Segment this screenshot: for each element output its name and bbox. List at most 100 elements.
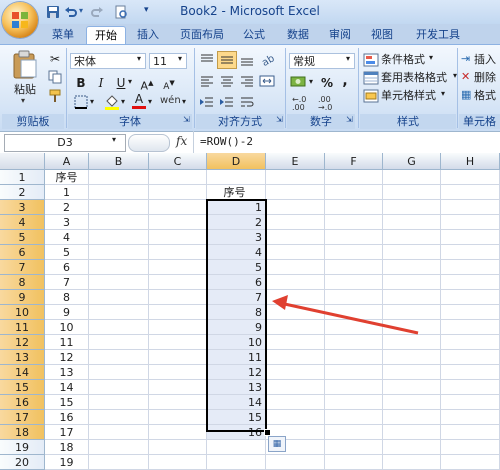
font-name-dropdown-icon[interactable]: ▾ [137,54,141,63]
cell[interactable] [383,260,441,275]
cell[interactable] [325,215,383,230]
row-header[interactable]: 14 [0,365,45,380]
underline-dropdown-icon[interactable]: ▾ [128,77,132,86]
row-header[interactable]: 15 [0,380,45,395]
cell[interactable] [383,455,441,470]
cell[interactable] [207,455,266,470]
row-header[interactable]: 5 [0,230,45,245]
cell[interactable] [149,290,207,305]
cell[interactable] [441,230,500,245]
cell[interactable]: 序号 [207,185,266,200]
font-color-icon[interactable]: A [132,92,146,110]
italic-button[interactable]: I [92,74,110,92]
row-header[interactable]: 16 [0,395,45,410]
row-header[interactable]: 9 [0,290,45,305]
cell[interactable] [383,440,441,455]
cell[interactable] [266,380,325,395]
cell[interactable] [89,200,149,215]
shrink-font-button[interactable]: A▼ [160,74,178,92]
cell[interactable]: 2 [207,215,266,230]
cell[interactable]: 4 [45,230,89,245]
cell[interactable] [149,335,207,350]
format-as-table-button[interactable]: 套用表格格式 ▾ [363,69,461,87]
increase-decimal-icon[interactable]: ←.0.00 [292,96,306,112]
cell[interactable] [89,215,149,230]
cell[interactable] [149,230,207,245]
cell[interactable] [89,410,149,425]
cell[interactable] [325,275,383,290]
decrease-indent-icon[interactable] [199,95,215,109]
cell[interactable] [325,410,383,425]
row-header[interactable]: 6 [0,245,45,260]
cell[interactable] [266,230,325,245]
cell[interactable]: 5 [45,245,89,260]
cell[interactable] [266,260,325,275]
cell[interactable] [383,185,441,200]
cell[interactable]: 5 [207,260,266,275]
cell[interactable] [383,410,441,425]
cell[interactable] [325,200,383,215]
cell[interactable]: 6 [207,275,266,290]
cell[interactable]: 10 [45,320,89,335]
align-left-icon[interactable] [199,74,215,88]
row-header[interactable]: 3 [0,200,45,215]
cell[interactable] [325,350,383,365]
tab-developer[interactable]: 开发工具 [410,26,466,44]
decrease-decimal-icon[interactable]: .00 →.0 [318,96,332,112]
font-color-dropdown-icon[interactable]: ▾ [148,97,152,106]
paste-button[interactable]: 粘贴 ▾ [6,48,44,110]
cell[interactable]: 2 [45,200,89,215]
cell[interactable]: 序号 [45,170,89,185]
cell[interactable]: 1 [45,185,89,200]
cell[interactable] [149,380,207,395]
cell[interactable] [441,200,500,215]
cell[interactable]: 12 [207,365,266,380]
column-header-d[interactable]: D [207,153,266,170]
font-name-select[interactable]: 宋体 [70,53,146,69]
tab-home[interactable]: 开始 [86,26,126,45]
fill-handle[interactable] [264,429,271,436]
row-header[interactable]: 7 [0,260,45,275]
percent-button[interactable]: % [318,74,336,92]
cell[interactable] [149,350,207,365]
cell[interactable] [266,215,325,230]
cell[interactable] [89,260,149,275]
cell[interactable] [441,365,500,380]
row-header[interactable]: 1 [0,170,45,185]
cell[interactable] [149,275,207,290]
borders-dropdown-icon[interactable]: ▾ [90,97,94,106]
cell[interactable] [383,200,441,215]
cell[interactable]: 6 [45,260,89,275]
cell[interactable] [89,455,149,470]
cell[interactable]: 11 [207,350,266,365]
cell[interactable] [441,395,500,410]
cell[interactable]: 3 [45,215,89,230]
currency-icon[interactable] [290,74,308,90]
cell[interactable] [89,380,149,395]
number-format-dropdown-icon[interactable]: ▾ [346,54,350,63]
column-header-f[interactable]: F [325,153,383,170]
row-header[interactable]: 17 [0,410,45,425]
cell[interactable] [149,185,207,200]
cell[interactable] [441,170,500,185]
cell[interactable] [149,215,207,230]
cell[interactable]: 9 [45,305,89,320]
increase-indent-icon[interactable] [219,95,235,109]
cell[interactable] [89,395,149,410]
cell[interactable] [207,170,266,185]
phonetic-dropdown-icon[interactable]: ▾ [182,97,186,106]
orientation-icon[interactable]: ab [259,51,277,67]
cell[interactable] [89,290,149,305]
align-middle-button[interactable] [217,51,237,69]
cell[interactable] [149,455,207,470]
cell[interactable] [89,185,149,200]
cell[interactable] [149,440,207,455]
cell[interactable]: 14 [45,380,89,395]
copy-icon[interactable] [48,70,62,84]
cell[interactable] [441,320,500,335]
row-header[interactable]: 4 [0,215,45,230]
cell[interactable] [383,365,441,380]
row-header[interactable]: 2 [0,185,45,200]
cell[interactable] [266,245,325,260]
fill-color-dropdown-icon[interactable]: ▾ [121,97,125,106]
